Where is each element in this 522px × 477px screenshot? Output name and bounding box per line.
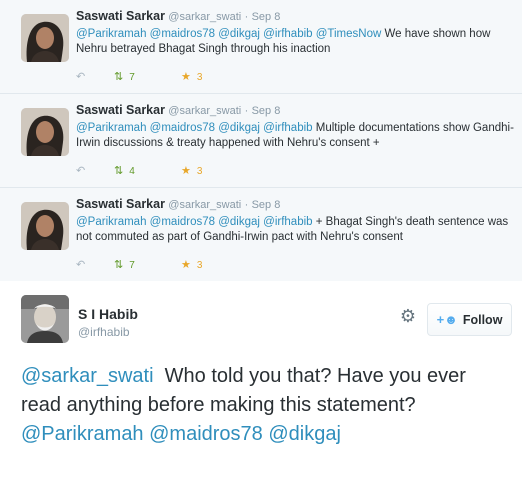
author-name[interactable]: S I Habib	[78, 306, 138, 322]
retweet-icon: ⇅	[114, 259, 124, 271]
favorite-count: 3	[196, 260, 203, 271]
thread-tweet[interactable]: Saswati Sarkar @sarkar_swati · Sep 8 @Pa…	[0, 94, 522, 188]
reply-icon: ↶	[76, 165, 86, 177]
favorite-button[interactable]: ★ 3	[181, 165, 203, 178]
follow-label: Follow	[462, 312, 503, 327]
retweet-count: 7	[129, 260, 135, 271]
author-handle[interactable]: @sarkar_swati	[168, 11, 241, 23]
gear-icon[interactable]: ⚙	[397, 306, 419, 328]
favorite-button[interactable]: ★ 3	[181, 71, 203, 84]
author-name[interactable]: Saswati Sarkar	[76, 9, 165, 23]
reply-button[interactable]: ↶	[76, 260, 85, 271]
reply-button[interactable]: ↶	[76, 166, 85, 177]
tweet-timestamp[interactable]: Sep 8	[252, 105, 281, 117]
favorite-count: 3	[196, 166, 203, 177]
tweet-actions: ↶ ⇅ 4 ★ 3	[76, 166, 276, 182]
retweet-count: 7	[129, 72, 135, 83]
retweet-button[interactable]: ⇅ 7	[114, 259, 135, 272]
tweet-timestamp[interactable]: Sep 8	[252, 11, 281, 23]
author-handle[interactable]: @sarkar_swati	[168, 105, 241, 117]
retweet-button[interactable]: ⇅ 7	[114, 71, 135, 84]
tweet-actions: ↶ ⇅ 7 ★ 3	[76, 260, 276, 276]
retweet-icon: ⇅	[114, 71, 124, 83]
author-name[interactable]: Saswati Sarkar	[76, 103, 165, 117]
separator-dot: ·	[244, 11, 249, 23]
favorite-count: 3	[196, 72, 203, 83]
tweet-text: @Parikramah @maidros78 @dikgaj @irfhabib…	[76, 27, 516, 57]
author-name[interactable]: Saswati Sarkar	[76, 197, 165, 211]
lead-mention[interactable]: @sarkar_swati	[21, 365, 154, 387]
author-handle[interactable]: @sarkar_swati	[168, 199, 241, 211]
avatar[interactable]	[21, 202, 69, 250]
tweet-actions: ↶ ⇅ 7 ★ 3	[76, 72, 276, 88]
reply-icon: ↶	[76, 259, 86, 271]
favorite-button[interactable]: ★ 3	[181, 259, 203, 272]
retweet-icon: ⇅	[114, 165, 124, 177]
mentions[interactable]: @Parikramah @maidros78 @dikgaj @irfhabib…	[76, 28, 381, 40]
avatar[interactable]	[21, 14, 69, 62]
avatar[interactable]	[21, 295, 69, 343]
follow-button[interactable]: +☻ Follow	[427, 303, 512, 336]
mentions[interactable]: @Parikramah @maidros78 @dikgaj @irfhabib	[76, 216, 313, 228]
avatar[interactable]	[21, 108, 69, 156]
mentions[interactable]: @Parikramah @maidros78 @dikgaj @irfhabib	[76, 122, 313, 134]
tweet-timestamp[interactable]: Sep 8	[252, 199, 281, 211]
thread-tweet[interactable]: Saswati Sarkar @sarkar_swati · Sep 8 @Pa…	[0, 188, 522, 281]
retweet-count: 4	[129, 166, 135, 177]
star-icon: ★	[181, 165, 191, 177]
main-tweet: S I Habib @irfhabib ⚙ +☻ Follow @sarkar_…	[0, 281, 522, 477]
tweet-header: Saswati Sarkar @sarkar_swati · Sep 8	[76, 9, 280, 23]
reply-button[interactable]: ↶	[76, 72, 85, 83]
separator-dot: ·	[244, 199, 249, 211]
separator-dot: ·	[244, 105, 249, 117]
tweet-header: Saswati Sarkar @sarkar_swati · Sep 8	[76, 197, 280, 211]
conversation-thread: Saswati Sarkar @sarkar_swati · Sep 8 @Pa…	[0, 0, 522, 281]
tweet-header: Saswati Sarkar @sarkar_swati · Sep 8	[76, 103, 280, 117]
star-icon: ★	[181, 259, 191, 271]
reply-icon: ↶	[76, 71, 86, 83]
tweet-text: @sarkar_swati Who told you that? Have yo…	[21, 362, 511, 449]
star-icon: ★	[181, 71, 191, 83]
tweet-text: @Parikramah @maidros78 @dikgaj @irfhabib…	[76, 121, 516, 151]
tweet-text: @Parikramah @maidros78 @dikgaj @irfhabib…	[76, 215, 516, 245]
trailing-mentions[interactable]: @Parikramah @maidros78 @dikgaj	[21, 423, 341, 445]
retweet-button[interactable]: ⇅ 4	[114, 165, 135, 178]
thread-tweet[interactable]: Saswati Sarkar @sarkar_swati · Sep 8 @Pa…	[0, 0, 522, 94]
author-handle[interactable]: @irfhabib	[78, 325, 130, 339]
add-user-icon: +☻	[436, 312, 458, 327]
